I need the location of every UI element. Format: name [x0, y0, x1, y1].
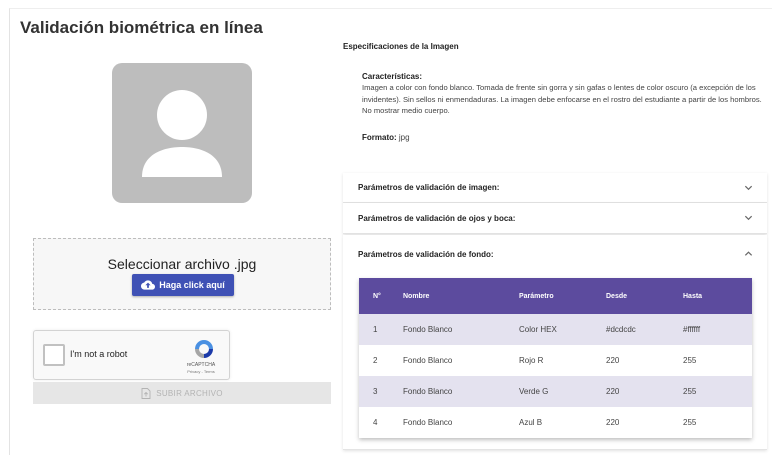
- photo-preview: [112, 63, 252, 203]
- upload-file-button-label: SUBIR ARCHIVO: [156, 388, 223, 398]
- recaptcha-logo-icon: [195, 340, 213, 358]
- table-cell: Verde G: [519, 376, 606, 407]
- chevron-down-icon: [744, 185, 753, 190]
- person-icon: [142, 90, 222, 177]
- accordion-eyes-mouth-params[interactable]: Parámetros de validación de ojos y boca:: [343, 203, 767, 234]
- table-cell: 255: [683, 407, 752, 438]
- column-header: Parámetro: [519, 278, 606, 314]
- table-cell: Rojo R: [519, 345, 606, 376]
- table-cell: 2: [359, 345, 403, 376]
- table-row: 2 Fondo Blanco Rojo R 220 255: [359, 345, 752, 376]
- recaptcha-widget: I'm not a robot reCAPTCHA Privacy - Term…: [33, 330, 230, 380]
- chevron-down-icon: [744, 215, 753, 221]
- select-file-button-label: Haga click aquí: [159, 280, 225, 290]
- accordion-header-label: Parámetros de validación de ojos y boca:: [358, 213, 516, 223]
- table-row: 3 Fondo Blanco Verde G 220 255: [359, 376, 752, 407]
- recaptcha-brand: reCAPTCHA: [186, 362, 216, 368]
- table-cell: #dcdcdc: [606, 314, 683, 345]
- table-cell: Color HEX: [519, 314, 606, 345]
- table-cell: Fondo Blanco: [403, 407, 519, 438]
- table-cell: 255: [683, 376, 752, 407]
- recaptcha-links[interactable]: Privacy - Terms: [176, 369, 226, 374]
- table-cell: Fondo Blanco: [403, 314, 519, 345]
- format-label: Formato:: [362, 133, 397, 142]
- table-cell: Azul B: [519, 407, 606, 438]
- chevron-up-icon: [744, 251, 753, 256]
- characteristics-label: Características:: [362, 72, 423, 81]
- select-file-button[interactable]: Haga click aquí: [132, 274, 234, 296]
- file-drop-zone[interactable]: Seleccionar archivo .jpg Haga click aquí: [33, 238, 331, 310]
- upload-file-button[interactable]: SUBIR ARCHIVO: [33, 382, 331, 404]
- table-cell: 1: [359, 314, 403, 345]
- page-title: Validación biométrica en línea: [20, 18, 263, 37]
- table-cell: #ffffff: [683, 314, 752, 345]
- table-cell: 4: [359, 407, 403, 438]
- cloud-upload-icon: [141, 280, 156, 290]
- recaptcha-checkbox[interactable]: [43, 344, 65, 366]
- table-row: 4 Fondo Blanco Azul B 220 255: [359, 407, 752, 438]
- accordion-image-params[interactable]: Parámetros de validación de imagen:: [343, 173, 767, 203]
- table-header-row: N° Nombre Parámetro Desde Hasta: [359, 278, 752, 314]
- background-params-table: N° Nombre Parámetro Desde Hasta 1 Fondo …: [359, 278, 752, 438]
- table-cell: 220: [606, 345, 683, 376]
- column-header: Desde: [606, 278, 683, 314]
- table-cell: 220: [606, 376, 683, 407]
- accordion-header-label: Parámetros de validación de imagen:: [358, 183, 500, 192]
- format-line: Formato: jpg: [362, 133, 410, 142]
- column-header: Nombre: [403, 278, 519, 314]
- accordion-header-label: Parámetros de validación de fondo:: [358, 249, 494, 259]
- table-cell: 3: [359, 376, 403, 407]
- column-header: Hasta: [683, 278, 752, 314]
- table-row: 1 Fondo Blanco Color HEX #dcdcdc #ffffff: [359, 314, 752, 345]
- specs-title: Especificaciones de la Imagen: [343, 42, 459, 51]
- table-cell: Fondo Blanco: [403, 345, 519, 376]
- file-upload-icon: [141, 387, 151, 399]
- select-file-label: Seleccionar archivo .jpg: [107, 256, 257, 272]
- table-cell: 255: [683, 345, 752, 376]
- characteristics-text: Imagen a color con fondo blanco. Tomada …: [362, 83, 762, 115]
- recaptcha-label: I'm not a robot: [70, 349, 128, 359]
- table-cell: Fondo Blanco: [403, 376, 519, 407]
- column-header: N°: [359, 278, 403, 314]
- table-cell: 220: [606, 407, 683, 438]
- format-value: jpg: [398, 133, 410, 142]
